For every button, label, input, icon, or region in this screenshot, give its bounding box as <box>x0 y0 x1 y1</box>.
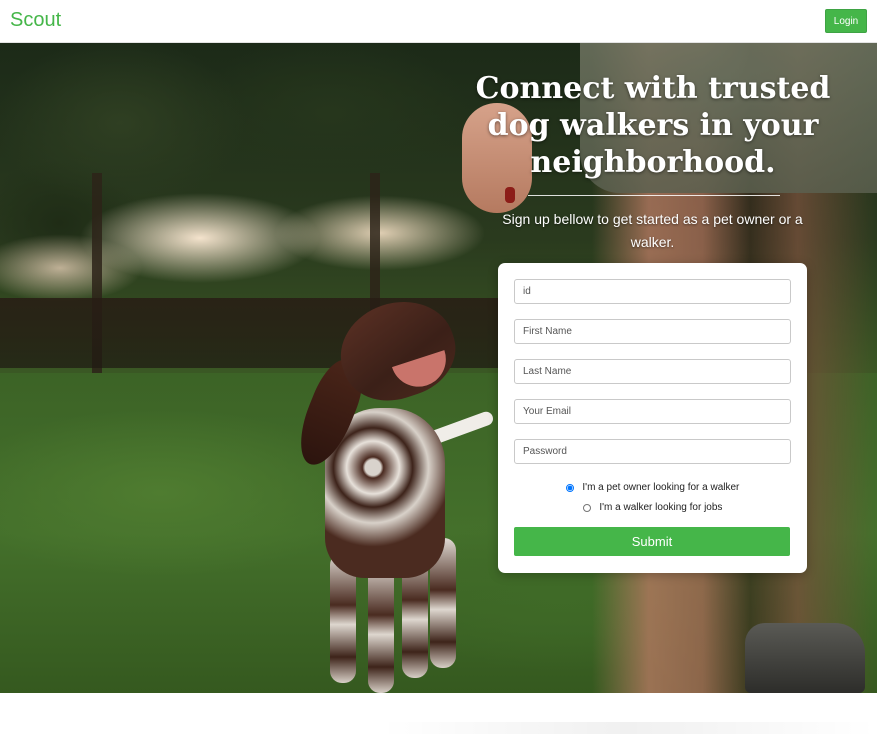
login-button[interactable]: Login <box>825 9 867 33</box>
email-input[interactable] <box>514 399 791 424</box>
signup-form-card: I'm a pet owner looking for a walker I'm… <box>498 263 807 573</box>
first-name-input[interactable] <box>514 319 791 344</box>
dog-treat <box>505 187 515 203</box>
role-option-walker[interactable]: I'm a walker looking for jobs <box>498 502 807 513</box>
hero-subtitle: Sign up bellow to get started as a pet o… <box>502 211 803 250</box>
id-input[interactable] <box>514 279 791 304</box>
role-option-walker-label: I'm a walker looking for jobs <box>599 502 723 513</box>
hero-divider <box>528 195 780 196</box>
person-shoe <box>745 623 865 693</box>
radio-empty-icon[interactable] <box>582 503 591 512</box>
password-input[interactable] <box>514 439 791 464</box>
puppy <box>289 287 495 693</box>
submit-button[interactable]: Submit <box>514 527 790 556</box>
brand-logo-link[interactable]: Scout <box>10 9 61 32</box>
hero-title: Connect with trusted dog walkers in your… <box>475 71 831 180</box>
top-navbar: Scout Login <box>0 0 877 43</box>
role-option-owner[interactable]: I'm a pet owner looking for a walker <box>498 482 807 493</box>
puppy-leg <box>368 563 394 693</box>
footer-shadow <box>380 722 877 734</box>
sunlit-background <box>0 158 520 318</box>
role-option-owner-label: I'm a pet owner looking for a walker <box>582 482 740 493</box>
radio-filled-icon[interactable] <box>565 483 574 492</box>
last-name-input[interactable] <box>514 359 791 384</box>
